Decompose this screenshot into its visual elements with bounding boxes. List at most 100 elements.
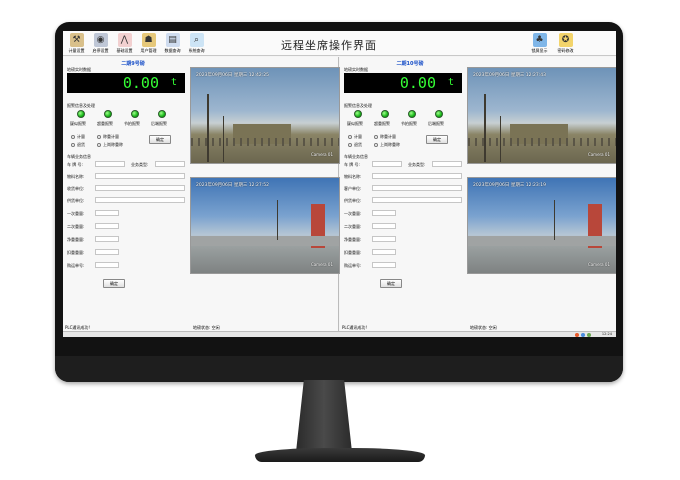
alarm-label: 节拍报警 [401, 121, 417, 126]
toolbar-button-0[interactable]: ⚒ 计量设置 [66, 33, 87, 54]
camera-scene-wall [468, 236, 616, 246]
camera-feed-2[interactable]: 2023年09月06日 星期三 12:23:19 Camera 01 [467, 177, 616, 274]
deduct-weight-field[interactable] [95, 249, 119, 255]
deduct-weight-field[interactable] [372, 249, 396, 255]
receiver-field[interactable] [372, 185, 462, 191]
scale-panel-right: 二期10号磅地磅实时数据0.00t红外状态进厂红外出厂红外进厂道闸控制出厂道闸控… [340, 57, 616, 337]
alarm-radio-label: 上岗称重称 [380, 142, 400, 147]
alarm-label: 疑似报警 [70, 121, 86, 126]
weight-unit: t [447, 77, 454, 88]
material-field[interactable] [95, 173, 185, 179]
toolbar-button-5[interactable]: ⌕ 系统查询 [186, 33, 207, 54]
second-weight-field[interactable] [95, 223, 119, 229]
plate-field[interactable] [372, 161, 402, 167]
receiver-label: 客户单位: [344, 186, 362, 191]
camera-feed-2[interactable]: 2023年09月06日 星期三 12:27:52 Camera 01 [190, 177, 340, 274]
alarm-radio[interactable] [374, 135, 378, 139]
camera-label: Camera 01 [310, 152, 333, 157]
net-weight-label: 净重重量: [67, 237, 85, 242]
alarm-radio-label: 称重计量 [103, 134, 119, 139]
second-weight-field[interactable] [372, 223, 396, 229]
net-weight-label: 净重重量: [344, 237, 362, 242]
alarm-label: 超重报警 [374, 121, 390, 126]
monitor-stand-neck [296, 380, 352, 452]
net-weight-field[interactable] [372, 236, 396, 242]
supplier-field[interactable] [95, 197, 185, 203]
camera-scene-pole [484, 94, 486, 162]
alarm-indicator [77, 110, 85, 118]
users-icon: ☗ [141, 33, 156, 47]
alarm-label: 超重报警 [97, 121, 113, 126]
camera-scene-pole [207, 94, 209, 162]
weight-display: 0.00 t [67, 73, 185, 93]
alarm-section-label: 报警信息及处理 [67, 103, 95, 108]
compass-icon: ⋀ [117, 33, 132, 47]
camera-feed-1[interactable]: 2023年09月06日 星期三 12:42:25 Camera 01 [190, 67, 340, 164]
supplier-field[interactable] [372, 197, 462, 203]
alarm-indicator [381, 110, 389, 118]
camera-scene-fence [468, 138, 616, 146]
first-weight-field[interactable] [372, 210, 396, 216]
order-number-field[interactable] [372, 262, 396, 268]
toolbar-button-4[interactable]: ▤ 数据查询 [162, 33, 183, 54]
material-field[interactable] [372, 173, 462, 179]
camera-timestamp: 2023年09月06日 星期三 12:27:52 [196, 183, 269, 188]
alarm-confirm-button[interactable]: 确定 [426, 135, 448, 144]
screen: ⚒ 计量设置 ◉ 启停设置 ⋀ 基础设置 ☗ 用户管理 ▤ 数据查询 ⌕ 系统查询 远程坐席操作界面 … [63, 31, 616, 337]
receiver-field[interactable] [95, 185, 185, 191]
camera-scene-pole [277, 200, 278, 240]
business-type-field[interactable] [432, 161, 462, 167]
alarm-label: 疑似报警 [347, 121, 363, 126]
vehicle-section-label: 车辆业务信息 [67, 154, 91, 159]
alarm-radio-label: 称重计量 [380, 134, 396, 139]
camera-scene-wall [191, 236, 339, 246]
alarm-confirm-button[interactable]: 确定 [149, 135, 171, 144]
toolbar-button-1[interactable]: ◉ 启停设置 [90, 33, 111, 54]
plate-label: 车 牌 号: [67, 162, 83, 167]
alarm-radio-label: 计量 [354, 134, 362, 139]
plate-field[interactable] [95, 161, 125, 167]
toolbar-right-button-1[interactable]: ✪ 密码修改 [555, 33, 576, 54]
camera-timestamp: 2023年09月06日 星期三 12:23:19 [473, 183, 546, 188]
weight-value: 0.00 [399, 74, 436, 92]
save-button[interactable]: 确定 [103, 279, 125, 288]
camera-feed-1[interactable]: 2023年09月06日 星期三 12:27:43 Camera 01 [467, 67, 616, 164]
toolbar-button-2[interactable]: ⋀ 基础设置 [114, 33, 135, 54]
alarm-radio[interactable] [374, 143, 378, 147]
toolbar-right-button-0[interactable]: ♣ 锁屏显示 [529, 33, 550, 54]
toolbar-button-label: 锁屏显示 [531, 48, 548, 53]
save-button[interactable]: 确定 [380, 279, 402, 288]
tray-sogou-icon[interactable] [575, 333, 579, 337]
alarm-radio[interactable] [348, 143, 352, 147]
alarm-radio[interactable] [71, 135, 75, 139]
toolbar-button-label: 基础设置 [116, 48, 133, 53]
alarm-radio[interactable] [71, 143, 75, 147]
alarm-indicator [354, 110, 362, 118]
alarm-radio-label: 退货 [77, 142, 85, 147]
alarm-label: 后端报警 [151, 121, 167, 126]
alarm-label: 后端报警 [428, 121, 444, 126]
business-type-field[interactable] [155, 161, 185, 167]
first-weight-field[interactable] [95, 210, 119, 216]
camera-label: Camera 01 [587, 262, 610, 267]
tray-network-icon[interactable] [581, 333, 585, 337]
toolbar-button-label: 密码修改 [557, 48, 574, 53]
taskbar: 12:24 [63, 331, 616, 337]
alarm-radio[interactable] [348, 135, 352, 139]
alarm-radio-label: 上岗称重称 [103, 142, 123, 147]
alarm-indicator [408, 110, 416, 118]
alarm-radio[interactable] [97, 143, 101, 147]
toolbar-button-label: 用户管理 [140, 48, 157, 53]
supplier-label: 供货单位: [67, 198, 85, 203]
order-number-field[interactable] [95, 262, 119, 268]
alarm-radio[interactable] [97, 135, 101, 139]
monitor-stand-base [255, 448, 425, 462]
weight-unit: t [170, 77, 177, 88]
net-weight-field[interactable] [95, 236, 119, 242]
camera-scene-pole [554, 200, 555, 240]
camera-scene-fence [191, 138, 339, 146]
second-weight-label: 二次重量: [67, 224, 85, 229]
toolbar-button-label: 系统查询 [188, 48, 205, 53]
tray-volume-icon[interactable] [587, 333, 591, 337]
toolbar-button-3[interactable]: ☗ 用户管理 [138, 33, 159, 54]
